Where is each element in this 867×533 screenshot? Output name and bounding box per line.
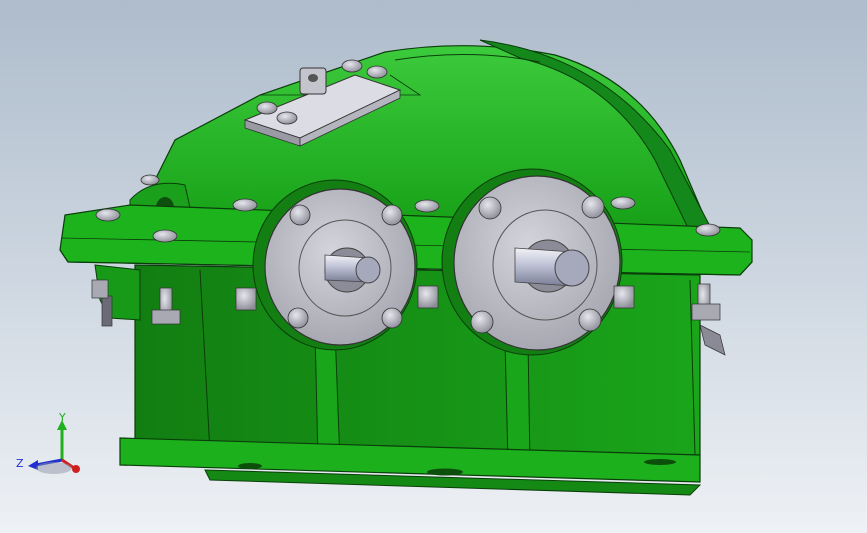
gearbox-model[interactable]	[0, 0, 867, 533]
coordinate-triad: Y Z	[14, 410, 94, 480]
x-axis-point	[72, 465, 80, 473]
triad-axes	[28, 420, 80, 474]
graphics-viewport[interactable]: Y Z	[0, 0, 867, 533]
y-axis-label: Y	[59, 411, 66, 424]
z-axis-label: Z	[16, 457, 24, 470]
triad-shadow	[36, 462, 72, 474]
bearing-cover-left	[252, 179, 418, 351]
bearing-cover-right	[441, 168, 623, 356]
